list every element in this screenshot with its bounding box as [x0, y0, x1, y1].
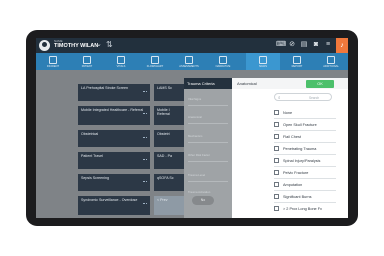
criteria-mechanism[interactable]: Mechanism: [188, 134, 202, 138]
search-placeholder: Search: [309, 95, 320, 100]
criteria-other-risk[interactable]: Other Risk Factor: [188, 153, 210, 157]
avatar[interactable]: [39, 40, 50, 51]
dots-icon: [143, 159, 147, 161]
divider: [274, 141, 336, 143]
divider: [188, 142, 228, 143]
keyboard-icon[interactable]: ⌨: [276, 41, 286, 49]
divider: [188, 181, 228, 182]
nav-additional[interactable]: ADDITIONAL: [314, 53, 348, 70]
dots-icon: [143, 91, 147, 93]
form-tile[interactable]: SAD - Pa: [154, 152, 184, 169]
checkbox[interactable]: [274, 146, 279, 151]
swap-icon[interactable]: ⇅: [106, 40, 113, 49]
signs-icon: [259, 56, 267, 64]
options-header: Anatomical OK: [232, 78, 348, 89]
camera-icon[interactable]: ◙: [312, 41, 320, 49]
checkbox[interactable]: [274, 206, 279, 211]
calendar-icon[interactable]: ▤: [300, 41, 308, 49]
option-spinal-injury[interactable]: Spinal Injury/Paralysis: [274, 156, 336, 167]
narrative-icon: [219, 56, 227, 64]
section-title: Anatomical: [237, 81, 257, 86]
top-bar: NAME TIMOTHY WILAN ⌄ ⇅ ⌨ ⊘ ▤ ◙ ≡ ♪: [36, 38, 348, 53]
form-tile[interactable]: Syndromic Surveillance - Overdose: [78, 196, 150, 215]
report-icon: [293, 56, 301, 64]
patient-icon: [83, 56, 91, 64]
dots-icon: [143, 181, 147, 183]
divider: [274, 129, 336, 131]
checkbox[interactable]: [274, 134, 279, 139]
checkbox[interactable]: [274, 182, 279, 187]
checkbox[interactable]: [274, 194, 279, 199]
dots-icon: [143, 113, 147, 115]
option-pelvic-fracture[interactable]: Pelvic Fracture: [274, 168, 336, 179]
divider: [274, 117, 336, 119]
tablet-device: NAME TIMOTHY WILAN ⌄ ⇅ ⌨ ⊘ ▤ ◙ ≡ ♪ INCID…: [26, 30, 358, 226]
menu-icon[interactable]: ≡: [324, 41, 332, 49]
form-tile[interactable]: LAMS Sc: [154, 84, 184, 101]
dots-icon: [143, 137, 147, 139]
checkbox[interactable]: [274, 110, 279, 115]
divider: [188, 161, 228, 162]
user-name[interactable]: TIMOTHY WILAN: [54, 43, 98, 49]
option-significant-burns[interactable]: Significant Burns: [274, 192, 336, 203]
search-icon: ⌕: [278, 95, 281, 100]
form-tile[interactable]: Sepsis Screening: [78, 174, 150, 191]
criteria-trauma-level[interactable]: Trauma Level: [188, 173, 205, 177]
prev-button[interactable]: < Prev: [154, 196, 184, 215]
trauma-activation-toggle[interactable]: No: [192, 196, 214, 205]
bell-icon[interactable]: ♪: [336, 38, 348, 53]
nav-bar: INCIDENT PATIENT VITALS FLOWCHART ASSESS…: [36, 53, 348, 70]
incident-icon: [49, 56, 57, 64]
nav-report[interactable]: REPORT: [280, 53, 314, 70]
option-flail-chest[interactable]: Flail Chest: [274, 132, 336, 143]
form-tile[interactable]: Obstetrical: [78, 130, 150, 147]
form-tile[interactable]: Mobile Integrated Healthcare - Referral: [78, 106, 150, 125]
divider: [274, 189, 336, 191]
checkbox[interactable]: [274, 122, 279, 127]
form-tile[interactable]: Patient Travel: [78, 152, 150, 169]
criteria-vital-signs[interactable]: Vital Signs: [188, 97, 201, 101]
option-penetrating-trauma[interactable]: Penetrating Trauma: [274, 144, 336, 155]
checkbox[interactable]: [274, 158, 279, 163]
divider: [274, 201, 336, 203]
nav-assessments[interactable]: ASSESSMENTS: [172, 53, 206, 70]
option-none[interactable]: None: [274, 108, 336, 119]
trauma-criteria-panel: Trauma Criteria Vital Signs Anatomical M…: [184, 78, 232, 218]
vitals-icon: [117, 56, 125, 64]
additional-icon: [327, 56, 335, 64]
modal-title: Trauma Criteria: [184, 78, 232, 89]
divider: [274, 153, 336, 155]
nav-narrative[interactable]: NARRATIVE: [206, 53, 240, 70]
divider: [188, 123, 228, 124]
nav-signs[interactable]: SIGNS: [246, 53, 280, 70]
search-input[interactable]: ⌕ Search: [274, 93, 332, 101]
divider: [188, 105, 228, 106]
divider: [274, 177, 336, 179]
ok-button[interactable]: OK: [306, 80, 334, 88]
criteria-trauma-activation: Trauma Activation: [188, 190, 211, 194]
nav-incident[interactable]: INCIDENT: [36, 53, 70, 70]
criteria-anatomical[interactable]: Anatomical: [188, 115, 202, 119]
chevron-down-icon[interactable]: ⌄: [96, 41, 102, 49]
checkbox[interactable]: [274, 170, 279, 175]
nav-flowchart[interactable]: FLOWCHART: [138, 53, 172, 70]
anatomical-options-panel: Anatomical OK ⌕ Search None Open Skull F…: [232, 78, 348, 218]
form-tile[interactable]: Obstetri: [154, 130, 184, 147]
nav-patient[interactable]: PATIENT: [70, 53, 104, 70]
divider: [274, 165, 336, 167]
app-screen: NAME TIMOTHY WILAN ⌄ ⇅ ⌨ ⊘ ▤ ◙ ≡ ♪ INCID…: [36, 38, 348, 218]
flowchart-icon: [151, 56, 159, 64]
nav-vitals[interactable]: VITALS: [104, 53, 138, 70]
option-amputation[interactable]: Amputation: [274, 180, 336, 191]
form-tile[interactable]: qSOFA Sc: [154, 174, 184, 191]
form-tile[interactable]: Mobile I Referral: [154, 106, 184, 125]
option-open-skull-fracture[interactable]: Open Skull Fracture: [274, 120, 336, 131]
assessments-icon: [185, 56, 193, 64]
dots-icon: [143, 203, 147, 205]
form-tile[interactable]: LA Prehospital Stroke Screen: [78, 84, 150, 101]
block-icon[interactable]: ⊘: [288, 41, 296, 49]
option-long-bone-fracture[interactable]: > 2 Prox Long Bone Fx: [274, 204, 336, 214]
